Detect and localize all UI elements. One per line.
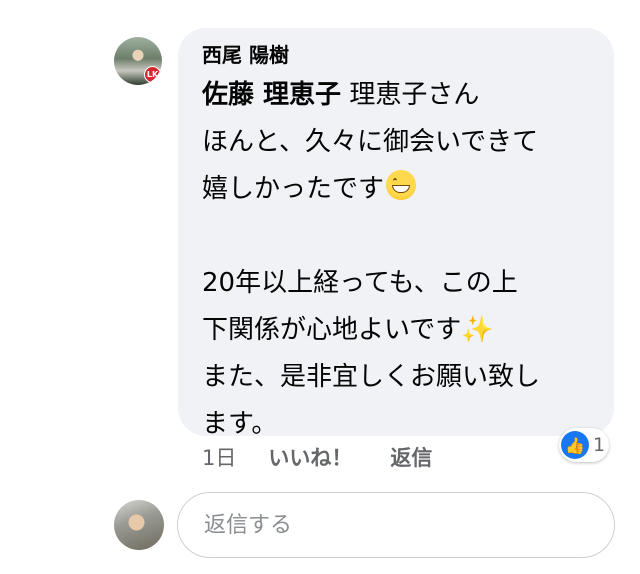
mention-name[interactable]: 佐藤 理恵子	[202, 80, 341, 110]
comment-line-5: 下関係が心地よいです	[202, 315, 462, 345]
comment-timestamp[interactable]: 1日	[202, 443, 236, 473]
comment-line-7: ます。	[202, 409, 278, 439]
reaction-count: 1	[593, 434, 606, 456]
comment-line-2: 嬉しかったです	[202, 174, 385, 204]
comment-line-1: ほんと、久々に御会いできて	[202, 127, 539, 157]
commenter-avatar[interactable]: LK	[114, 37, 162, 85]
avatar-badge-icon: LK	[144, 66, 161, 83]
thumbs-up-icon: 👍	[561, 431, 589, 459]
mention-suffix: 理恵子さん	[341, 80, 480, 110]
reaction-summary[interactable]: 👍 1	[559, 428, 610, 462]
comment-text: 佐藤 理恵子 理恵子さん ほんと、久々に御会いできて 嬉しかったです 20年以上…	[202, 72, 590, 448]
grinning-face-icon	[386, 170, 417, 200]
current-user-avatar[interactable]	[114, 500, 164, 550]
reply-button[interactable]: 返信	[390, 443, 432, 473]
reply-input[interactable]	[202, 511, 590, 539]
comment-actions: 1日 いいね！ 返信	[202, 443, 432, 473]
reply-field-container[interactable]	[177, 492, 615, 558]
sparkles-icon: ✨	[461, 315, 494, 345]
like-button[interactable]: いいね！	[268, 443, 352, 473]
comment-line-4: 20年以上経っても、この上	[202, 268, 518, 298]
comment-bubble: 西尾 陽樹 佐藤 理恵子 理恵子さん ほんと、久々に御会いできて 嬉しかったです…	[178, 28, 614, 439]
comment-author[interactable]: 西尾 陽樹	[202, 42, 590, 68]
comment-line-6: また、是非宜しくお願い致し	[202, 362, 541, 392]
